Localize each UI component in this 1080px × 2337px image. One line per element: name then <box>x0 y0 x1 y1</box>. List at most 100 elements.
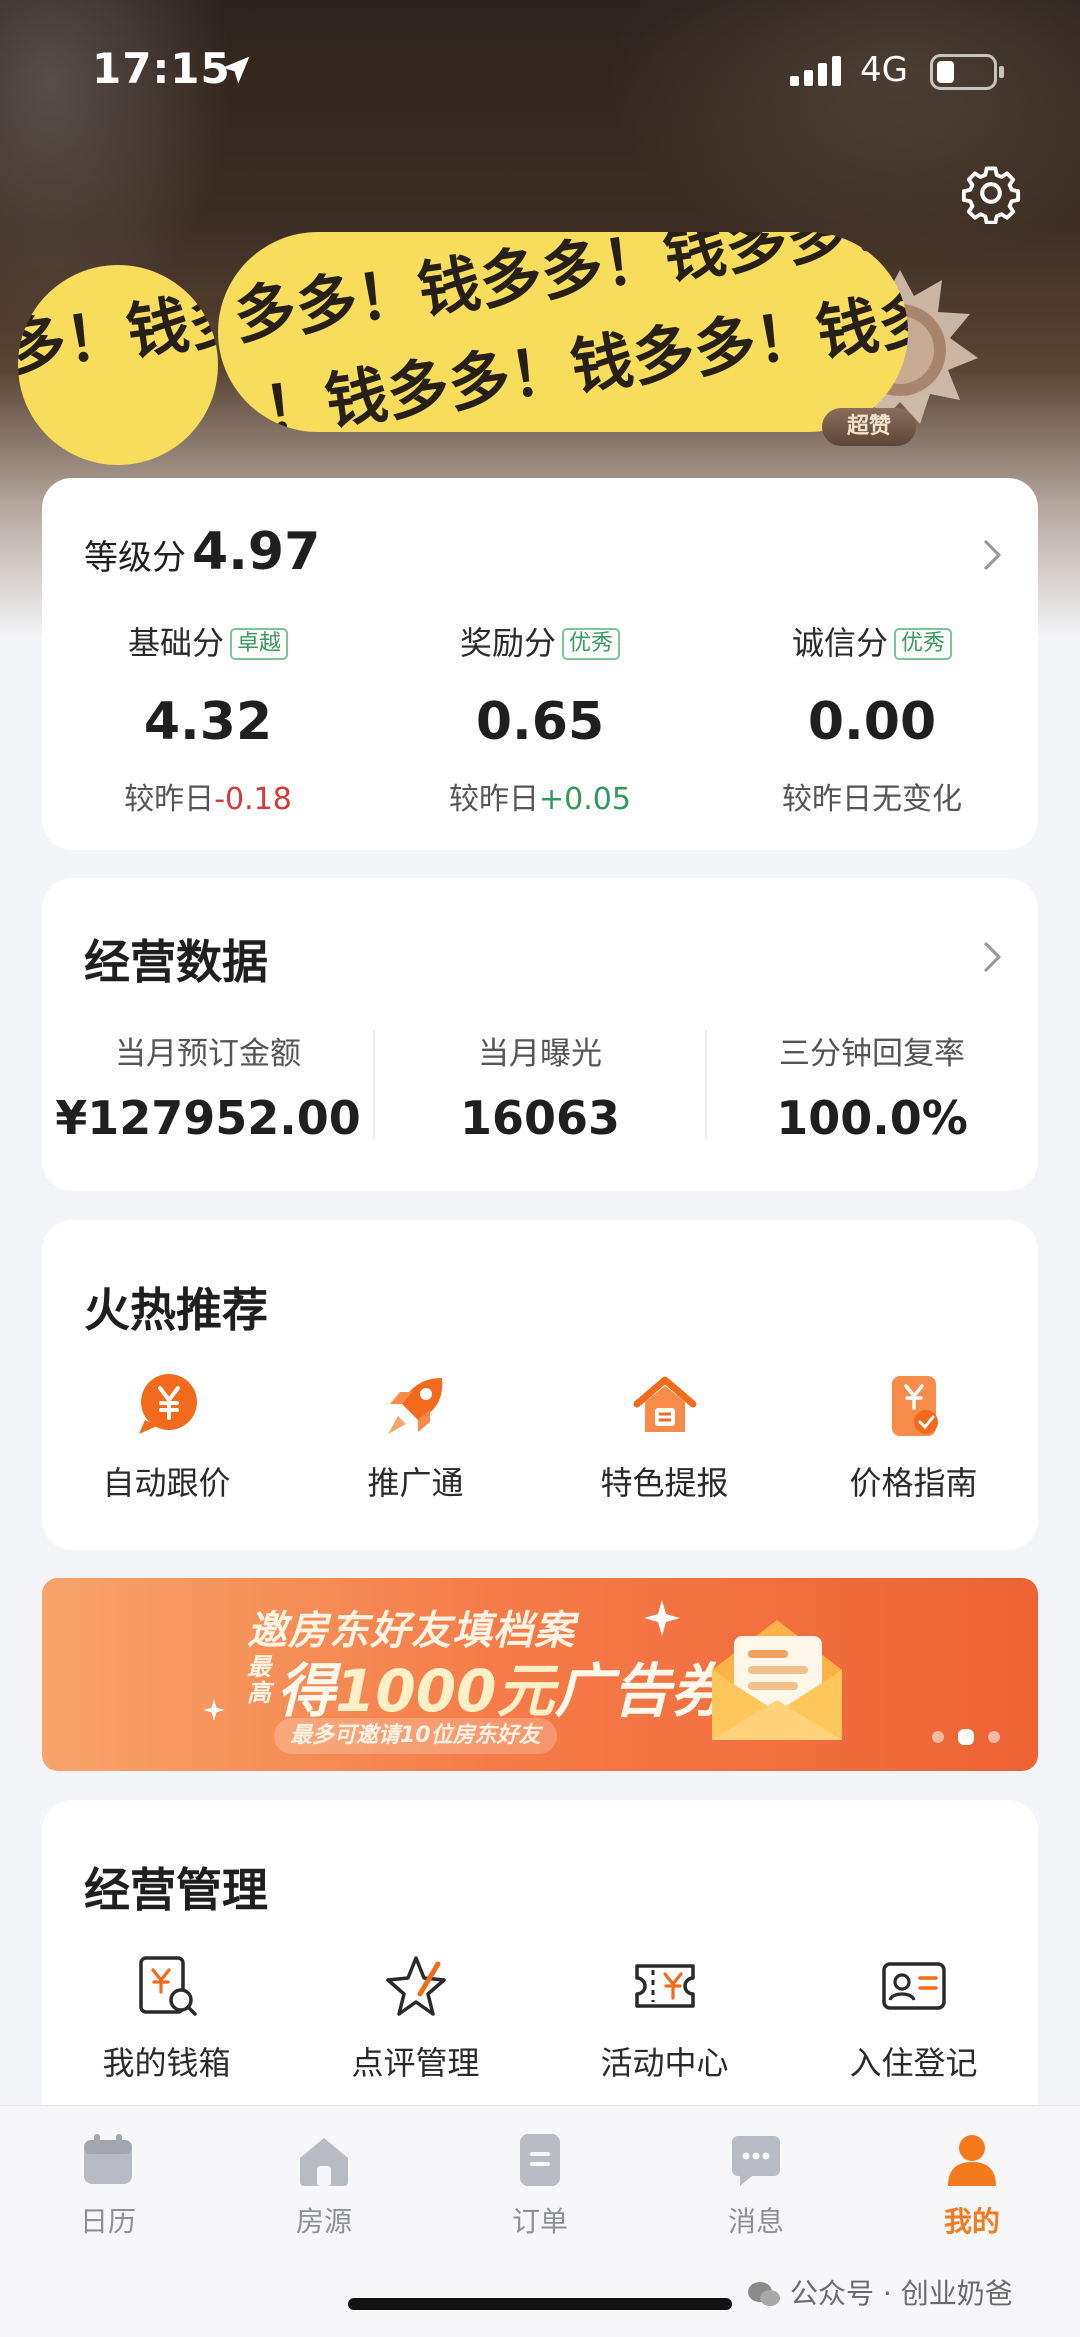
score-total-value: 4.97 <box>192 522 321 582</box>
quick-action-label: 推广通 <box>367 1464 464 1502</box>
pagination-dot[interactable] <box>988 1731 1000 1743</box>
auto-price-follow-button[interactable]: 自动跟价 <box>42 1370 291 1504</box>
tab-calendar[interactable]: 日历 <box>0 2130 216 2240</box>
username: 多多！钱多多！钱多多！钱 ！钱多多！钱多多！钱多多 <box>218 232 908 432</box>
message-icon <box>732 2136 780 2186</box>
banner-offer: 得1000元广告券 <box>277 1644 728 1728</box>
rocket-icon <box>387 1378 442 1434</box>
score-title-label: 等级分 <box>84 538 186 578</box>
settings-gear-icon[interactable] <box>960 162 1022 224</box>
business-manage-title: 经营管理 <box>84 1863 268 1917</box>
quick-action-label: 特色提报 <box>600 1464 729 1502</box>
score-column-integrity[interactable]: 诚信分 优秀 0.00 较昨日无变化 <box>706 618 1038 818</box>
activity-center-button[interactable]: 活动中心 <box>540 1950 789 2084</box>
tab-listings[interactable]: 房源 <box>216 2130 432 2240</box>
diff-prefix: 较昨日 <box>782 782 872 817</box>
tab-label: 日历 <box>79 2205 136 2238</box>
metric-exposure[interactable]: 当月曝光 16063 <box>374 1028 706 1145</box>
avatar[interactable]: 多！钱多多！钱 <box>18 265 218 465</box>
banner-pagination <box>932 1728 1014 1747</box>
business-data-title: 经营数据 <box>84 935 268 989</box>
signal-icon <box>790 56 841 86</box>
score-card[interactable]: 等级分 4.97 基础分 卓越 4.32 较昨日-0.18 奖励分 优秀 0.65 较… <box>42 478 1038 850</box>
user-icon <box>948 2135 996 2186</box>
score-diff: 无变化 <box>872 782 962 817</box>
tab-orders[interactable]: 订单 <box>432 2130 648 2240</box>
tab-label: 订单 <box>511 2205 568 2238</box>
score-title: 等级分 4.97 <box>84 522 320 582</box>
rating-tag: 优秀 <box>894 628 953 660</box>
pagination-dot[interactable] <box>932 1731 944 1743</box>
my-wallet-button[interactable]: 我的钱箱 <box>42 1950 291 2084</box>
score-diff: +0.05 <box>539 782 631 817</box>
checkin-register-button[interactable]: 入住登记 <box>789 1950 1038 2084</box>
watermark: 公众号 · 创业奶爸 <box>746 2272 1013 2312</box>
diff-prefix: 较昨日 <box>124 782 215 817</box>
calendar-icon <box>84 2134 132 2184</box>
score-value: 4.32 <box>143 692 273 752</box>
quick-action-label: 自动跟价 <box>102 1464 231 1502</box>
tab-label: 消息 <box>727 2205 784 2238</box>
metric-value: ¥127952.00 <box>55 1091 361 1145</box>
score-label: 诚信分 <box>791 624 888 662</box>
location-arrow-icon <box>222 56 250 84</box>
manage-action-label: 点评管理 <box>351 2044 480 2082</box>
chevron-right-icon[interactable] <box>982 538 1004 572</box>
rating-tag: 优秀 <box>562 628 621 660</box>
quick-action-label: 价格指南 <box>849 1464 978 1502</box>
battery-icon <box>930 54 1004 90</box>
feature-report-button[interactable]: 特色提报 <box>540 1370 789 1504</box>
order-icon <box>520 2134 560 2186</box>
wechat-icon <box>748 2282 780 2306</box>
hot-recommend-card: 火热推荐 自动跟价 推广通 特色提报 价格指南 <box>42 1220 1038 1550</box>
watermark-text: 公众号 · 创业奶爸 <box>790 2277 1013 2310</box>
score-value: 0.00 <box>807 692 937 752</box>
banner-offer-a: 得 <box>277 1657 336 1725</box>
status-bar: 17:15 4G <box>0 0 1080 140</box>
price-guide-icon <box>891 1376 938 1436</box>
manage-action-label: 活动中心 <box>600 2044 729 2082</box>
metric-booking-amount[interactable]: 当月预订金额 ¥127952.00 <box>42 1028 374 1145</box>
tab-me[interactable]: 我的 <box>864 2130 1080 2240</box>
status-time: 17:15 <box>92 44 231 93</box>
manage-action-label: 入住登记 <box>849 2044 978 2082</box>
promotion-button[interactable]: 推广通 <box>291 1370 540 1504</box>
banner-offer-amount: 1000元 <box>335 1657 555 1725</box>
metric-label: 当月预订金额 <box>115 1036 301 1072</box>
home-indicator <box>348 2298 732 2310</box>
score-diff: -0.18 <box>214 782 292 817</box>
score-column-reward[interactable]: 奖励分 优秀 0.65 较昨日+0.05 <box>374 618 706 818</box>
network-type: 4G <box>860 50 908 90</box>
sparkle-icon <box>203 1699 225 1721</box>
pagination-dot-active[interactable] <box>958 1729 974 1745</box>
score-label: 基础分 <box>127 624 224 662</box>
metric-value: 100.0% <box>776 1091 968 1145</box>
ticket-icon <box>634 1964 695 2008</box>
price-guide-button[interactable]: 价格指南 <box>789 1370 1038 1504</box>
house-icon <box>633 1376 696 1432</box>
home-icon <box>300 2138 348 2186</box>
tab-label: 房源 <box>295 2205 352 2238</box>
envelope-icon <box>712 1620 842 1740</box>
tab-label: 我的 <box>943 2205 1000 2238</box>
metric-reply-rate[interactable]: 三分钟回复率 100.0% <box>706 1028 1038 1145</box>
banner-subtext: 最多可邀请10位房东好友 <box>274 1718 557 1754</box>
hot-recommend-title: 火热推荐 <box>84 1283 268 1337</box>
superb-badge-label: 超赞 <box>822 408 916 446</box>
tab-messages[interactable]: 消息 <box>648 2130 864 2240</box>
star-review-icon <box>385 1956 446 2016</box>
banner-prefix: 最高 <box>247 1653 271 1707</box>
score-column-basic[interactable]: 基础分 卓越 4.32 较昨日-0.18 <box>42 618 374 818</box>
score-label: 奖励分 <box>459 624 556 662</box>
chevron-right-icon[interactable] <box>982 940 1004 974</box>
metric-value: 16063 <box>459 1091 621 1145</box>
yen-bubble-icon <box>138 1374 197 1434</box>
review-manage-button[interactable]: 点评管理 <box>291 1950 540 2084</box>
metric-label: 三分钟回复率 <box>779 1036 965 1072</box>
sparkle-icon <box>644 1600 680 1636</box>
invite-promo-banner[interactable]: 邀房东好友填档案 最高 得1000元广告券 最多可邀请10位房东好友 <box>42 1578 1038 1771</box>
diff-prefix: 较昨日 <box>449 782 540 817</box>
business-data-card[interactable]: 经营数据 当月预订金额 ¥127952.00 当月曝光 16063 三分钟回复率… <box>42 878 1038 1191</box>
wallet-search-icon <box>138 1956 197 2016</box>
manage-action-label: 我的钱箱 <box>102 2044 231 2082</box>
